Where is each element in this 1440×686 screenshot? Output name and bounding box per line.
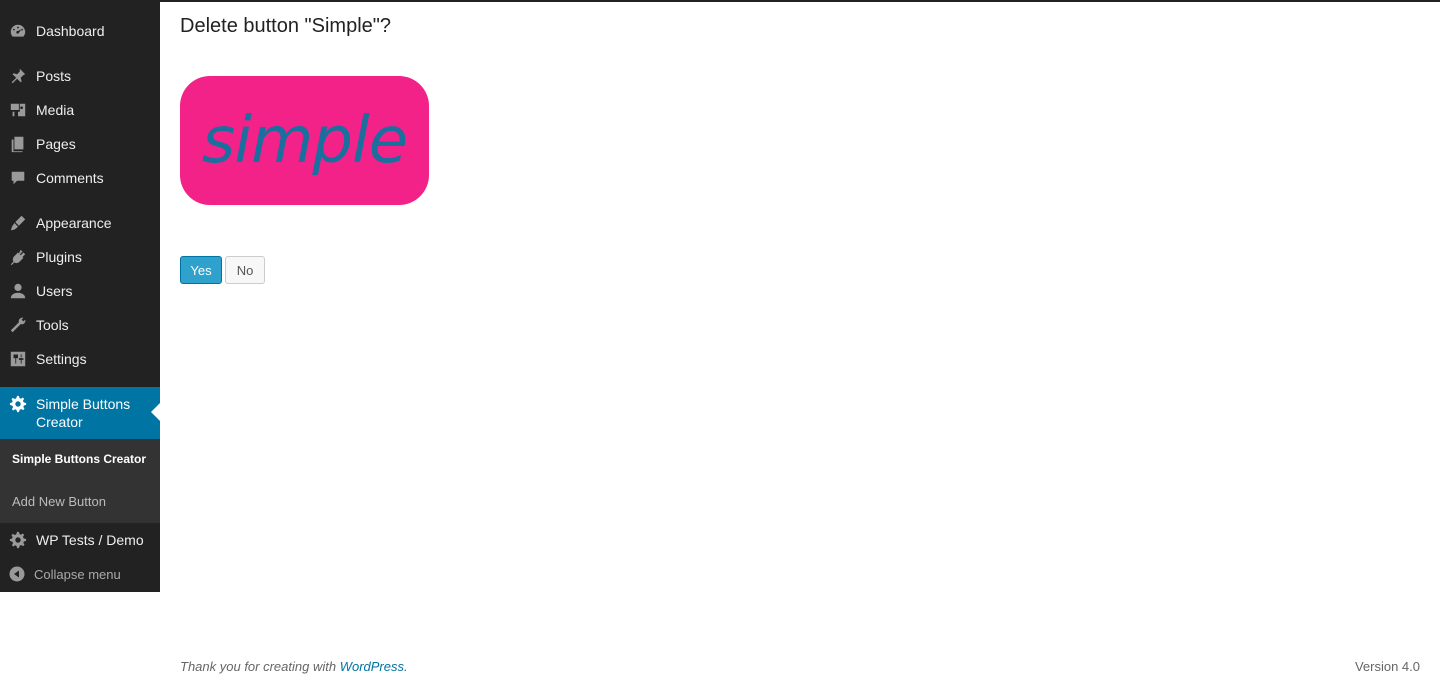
menu-item-label: Plugins <box>36 249 82 265</box>
button-preview: simple <box>180 76 429 205</box>
comment-icon <box>0 169 36 187</box>
settings-sliders-icon <box>0 350 36 368</box>
yes-button[interactable]: Yes <box>180 256 222 284</box>
user-icon <box>0 282 36 300</box>
no-button[interactable]: No <box>225 256 265 284</box>
footer-version: Version 4.0 <box>1354 659 1420 674</box>
menu-item-settings[interactable]: Settings <box>0 342 160 376</box>
dashboard-icon <box>0 22 36 40</box>
submenu: Simple Buttons Creator Add New Button <box>0 439 160 523</box>
media-icon <box>0 101 36 119</box>
menu-item-label: Settings <box>36 351 87 367</box>
menu-item-label: Simple Buttons Creator <box>36 396 131 430</box>
menu-item-users[interactable]: Users <box>0 274 160 308</box>
menu-item-label: Media <box>36 102 75 118</box>
gear-icon <box>0 387 36 413</box>
menu-item-label: Posts <box>36 68 72 84</box>
submenu-item-add-new-button[interactable]: Add New Button <box>12 494 106 509</box>
top-border <box>0 0 1440 2</box>
submenu-item-current[interactable]: Simple Buttons Creator <box>12 452 152 467</box>
menu-item-label: Appearance <box>36 215 112 231</box>
menu-item-label: Tools <box>36 317 69 333</box>
collapse-menu-button[interactable]: Collapse menu <box>0 562 160 586</box>
active-indicator-arrow <box>151 403 160 421</box>
pin-icon <box>0 67 36 85</box>
menu-item-plugins[interactable]: Plugins <box>0 240 160 274</box>
brush-icon <box>0 214 36 232</box>
collapse-arrow-icon <box>0 566 34 582</box>
menu-item-posts[interactable]: Posts <box>0 59 160 93</box>
menu-item-wp-tests-demo[interactable]: WP Tests / Demo <box>0 523 160 557</box>
menu-item-label: WP Tests / Demo <box>36 532 144 548</box>
menu-item-label: Dashboard <box>36 23 105 39</box>
admin-sidebar: Dashboard Posts Media Pages Comments App… <box>0 0 160 592</box>
wordpress-link[interactable]: WordPress <box>340 659 404 674</box>
collapse-menu-label: Collapse menu <box>34 566 121 582</box>
footer-thanks: Thank you for creating with WordPress. <box>180 659 408 674</box>
gear-icon <box>0 531 36 549</box>
menu-item-pages[interactable]: Pages <box>0 127 160 161</box>
menu-item-appearance[interactable]: Appearance <box>0 206 160 240</box>
page-title: Delete button "Simple"? <box>180 15 391 37</box>
menu-item-label: Pages <box>36 136 76 152</box>
menu-item-comments[interactable]: Comments <box>0 161 160 195</box>
wrench-icon <box>0 316 36 334</box>
menu-item-media[interactable]: Media <box>0 93 160 127</box>
menu-item-tools[interactable]: Tools <box>0 308 160 342</box>
plug-icon <box>0 248 36 266</box>
pages-icon <box>0 135 36 153</box>
menu-item-simple-buttons-creator[interactable]: Simple Buttons Creator <box>0 387 160 439</box>
menu-item-dashboard[interactable]: Dashboard <box>0 14 160 48</box>
footer-dot: . <box>404 659 408 674</box>
menu-item-label: Comments <box>36 170 104 186</box>
button-preview-text: simple <box>201 103 408 178</box>
footer-thanks-text: Thank you for creating with <box>180 659 337 674</box>
menu-item-label: Users <box>36 283 73 299</box>
